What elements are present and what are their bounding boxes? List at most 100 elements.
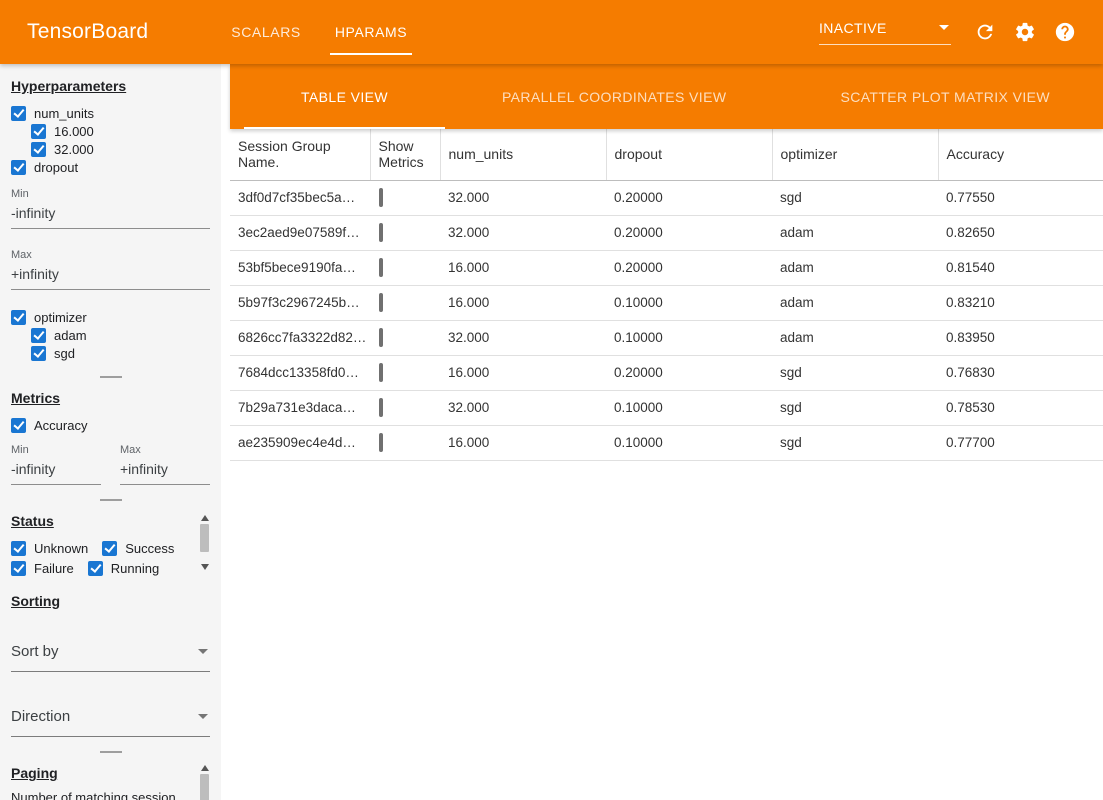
paging-section: Paging Number of matching session groups… xyxy=(0,765,221,800)
show-metrics-checkbox[interactable] xyxy=(379,258,383,277)
dropout-value: 0.20000 xyxy=(606,250,772,285)
status-scrollbar[interactable] xyxy=(200,515,209,577)
metric-accuracy[interactable]: Accuracy xyxy=(11,416,210,434)
min-input[interactable]: -infinity xyxy=(11,456,101,485)
checkbox-checked-icon[interactable] xyxy=(31,142,46,157)
optimizer-value: adam xyxy=(772,215,938,250)
max-label: Max xyxy=(120,444,210,456)
status-failure[interactable]: Failure xyxy=(11,559,74,577)
accuracy-value: 0.76830 xyxy=(938,355,1103,390)
checkbox-checked-icon[interactable] xyxy=(11,310,26,325)
checkbox-checked-icon[interactable] xyxy=(11,561,26,576)
table-view-panel: Session Group Name. Show Metrics num_uni… xyxy=(230,129,1103,800)
scrollbar-thumb[interactable] xyxy=(200,774,209,800)
status-heading: Status xyxy=(11,513,210,529)
dropout-value: 0.10000 xyxy=(606,285,772,320)
status-success[interactable]: Success xyxy=(102,539,174,557)
col-dropout: dropout xyxy=(606,129,772,180)
scroll-down-icon[interactable] xyxy=(201,564,209,570)
checkbox-checked-icon[interactable] xyxy=(102,541,117,556)
show-metrics-checkbox[interactable] xyxy=(379,293,383,312)
max-input[interactable]: +infinity xyxy=(11,261,210,290)
num-units-value: 32.000 xyxy=(440,390,606,425)
checkbox-checked-icon[interactable] xyxy=(11,106,26,121)
optimizer-value: adam xyxy=(772,250,938,285)
scrollbar-thumb[interactable] xyxy=(200,524,209,552)
min-input[interactable]: -infinity xyxy=(11,200,210,229)
hyperparameters-section: Hyperparameters num_units 16.000 32.000 … xyxy=(0,78,221,362)
reload-mode-dropdown[interactable]: INACTIVE xyxy=(819,20,951,45)
accuracy-value: 0.78530 xyxy=(938,390,1103,425)
optimizer-value: sgd xyxy=(772,355,938,390)
show-metrics-checkbox[interactable] xyxy=(379,363,383,382)
max-input[interactable]: +infinity xyxy=(120,456,210,485)
tab-parallel-coordinates-view[interactable]: PARALLEL COORDINATES VIEW xyxy=(445,64,783,129)
tab-table-view[interactable]: TABLE VIEW xyxy=(244,64,445,129)
hparam-optimizer-sgd[interactable]: sgd xyxy=(11,344,210,362)
resize-handle[interactable] xyxy=(100,376,122,378)
hparam-label: num_units xyxy=(34,106,94,121)
resize-handle[interactable] xyxy=(100,751,122,753)
tab-hparams[interactable]: HPARAMS xyxy=(318,0,424,64)
accuracy-value: 0.83950 xyxy=(938,320,1103,355)
hyperparameters-heading: Hyperparameters xyxy=(11,78,210,94)
session-groups-table: Session Group Name. Show Metrics num_uni… xyxy=(230,129,1103,461)
show-metrics-checkbox[interactable] xyxy=(379,398,383,417)
topbar-actions: INACTIVE xyxy=(819,12,1103,52)
show-metrics-checkbox[interactable] xyxy=(379,223,383,242)
sort-by-dropdown[interactable]: Sort by xyxy=(11,643,210,672)
settings-button[interactable] xyxy=(1005,12,1045,52)
optimizer-value: adam xyxy=(772,285,938,320)
max-label: Max xyxy=(11,249,210,261)
tab-scalars[interactable]: SCALARS xyxy=(214,0,318,64)
status-label: Success xyxy=(125,541,174,556)
refresh-button[interactable] xyxy=(965,12,1005,52)
checkbox-checked-icon[interactable] xyxy=(11,541,26,556)
hparam-value-label: sgd xyxy=(54,346,75,361)
col-accuracy: Accuracy xyxy=(938,129,1103,180)
show-metrics-checkbox[interactable] xyxy=(379,328,383,347)
help-button[interactable] xyxy=(1045,12,1085,52)
metric-max-field: Max +infinity xyxy=(120,444,210,485)
tab-scatter-plot-matrix-view[interactable]: SCATTER PLOT MATRIX VIEW xyxy=(783,64,1103,129)
optimizer-value: sgd xyxy=(772,180,938,215)
accuracy-value: 0.82650 xyxy=(938,215,1103,250)
help-icon xyxy=(1054,21,1076,43)
status-running[interactable]: Running xyxy=(88,559,159,577)
sorting-heading: Sorting xyxy=(11,593,210,609)
num-units-value: 32.000 xyxy=(440,320,606,355)
checkbox-checked-icon[interactable] xyxy=(31,328,46,343)
table-row: 3ec2aed9e07589f… 32.000 0.20000 adam 0.8… xyxy=(230,215,1103,250)
session-group-name: 7684dcc13358fd0… xyxy=(230,355,370,390)
show-metrics-checkbox[interactable] xyxy=(379,188,383,207)
metric-min-field: Min -infinity xyxy=(11,444,101,485)
session-group-name: 6826cc7fa3322d82… xyxy=(230,320,370,355)
show-metrics-checkbox[interactable] xyxy=(379,433,383,452)
hparam-num-units-16[interactable]: 16.000 xyxy=(11,122,210,140)
num-units-value: 32.000 xyxy=(440,215,606,250)
metrics-section: Metrics Accuracy Min -infinity Max +infi… xyxy=(0,390,221,485)
hparam-value-label: adam xyxy=(54,328,87,343)
hparam-num-units[interactable]: num_units xyxy=(11,104,210,122)
scroll-up-icon[interactable] xyxy=(201,765,209,771)
checkbox-checked-icon[interactable] xyxy=(31,124,46,139)
checkbox-checked-icon[interactable] xyxy=(31,346,46,361)
checkbox-checked-icon[interactable] xyxy=(11,418,26,433)
direction-dropdown[interactable]: Direction xyxy=(11,708,210,737)
num-units-value: 32.000 xyxy=(440,180,606,215)
chevron-down-icon xyxy=(939,25,949,30)
hparam-num-units-32[interactable]: 32.000 xyxy=(11,140,210,158)
dropout-max-field: Max +infinity xyxy=(11,249,210,290)
refresh-icon xyxy=(974,21,996,43)
paging-scrollbar[interactable] xyxy=(200,765,209,800)
hparam-optimizer-adam[interactable]: adam xyxy=(11,326,210,344)
status-unknown[interactable]: Unknown xyxy=(11,539,88,557)
scroll-up-icon[interactable] xyxy=(201,515,209,521)
hparam-dropout[interactable]: dropout xyxy=(11,158,210,176)
checkbox-checked-icon[interactable] xyxy=(88,561,103,576)
hparam-optimizer[interactable]: optimizer xyxy=(11,308,210,326)
table-row: 7b29a731e3daca… 32.000 0.10000 sgd 0.785… xyxy=(230,390,1103,425)
resize-handle[interactable] xyxy=(100,499,122,501)
hparams-view-tabs: TABLE VIEW PARALLEL COORDINATES VIEW SCA… xyxy=(230,64,1103,129)
checkbox-checked-icon[interactable] xyxy=(11,160,26,175)
